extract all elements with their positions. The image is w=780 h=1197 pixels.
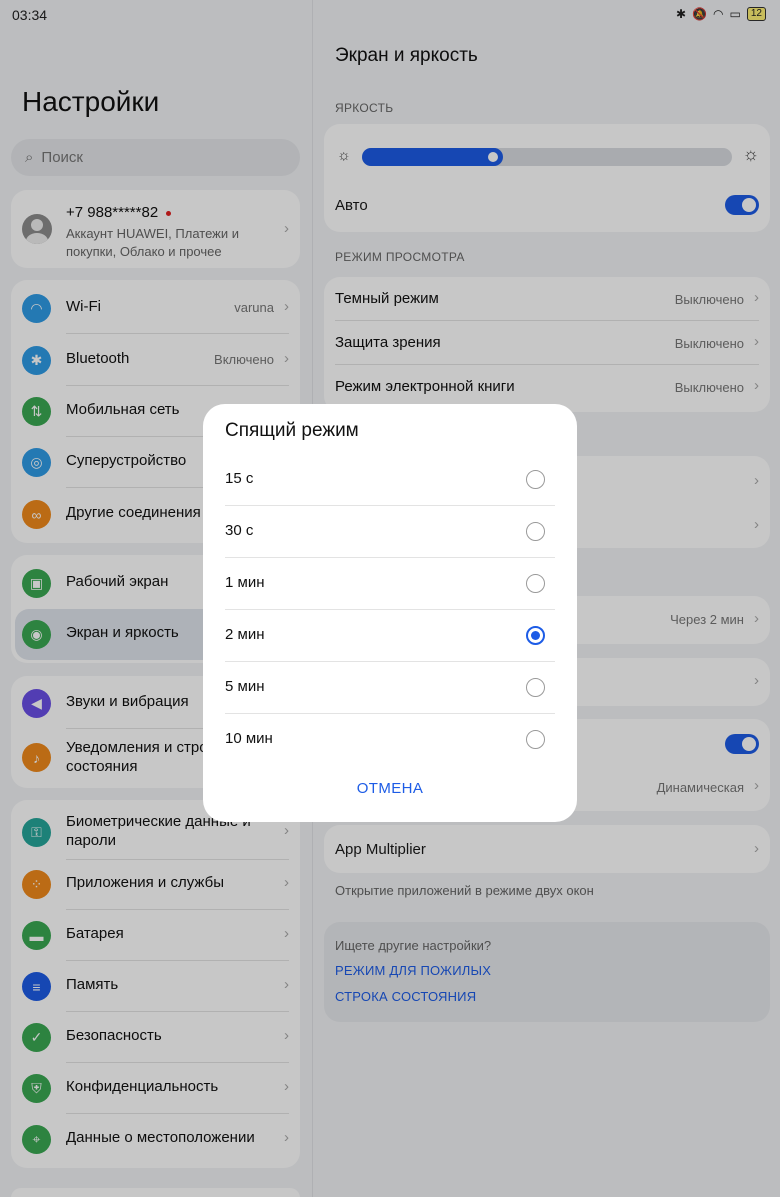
sleep-option[interactable]: 5 мин [225, 662, 555, 714]
radio-button[interactable] [526, 678, 545, 697]
radio-button[interactable] [526, 574, 545, 593]
radio-button[interactable] [526, 522, 545, 541]
sleep-option[interactable]: 15 с [225, 454, 555, 506]
sleep-option[interactable]: 30 с [225, 506, 555, 558]
radio-button[interactable] [526, 470, 545, 489]
cancel-button[interactable]: ОТМЕНА [203, 780, 577, 797]
radio-button-selected[interactable] [526, 626, 545, 645]
sleep-option[interactable]: 1 мин [225, 558, 555, 610]
dialog-title: Спящий режим [225, 420, 359, 441]
sleep-mode-dialog: Спящий режим 15 с 30 с 1 мин 2 мин 5 мин… [203, 404, 577, 822]
sleep-option[interactable]: 2 мин [225, 610, 555, 662]
sleep-option[interactable]: 10 мин [225, 714, 555, 766]
radio-button[interactable] [526, 730, 545, 749]
